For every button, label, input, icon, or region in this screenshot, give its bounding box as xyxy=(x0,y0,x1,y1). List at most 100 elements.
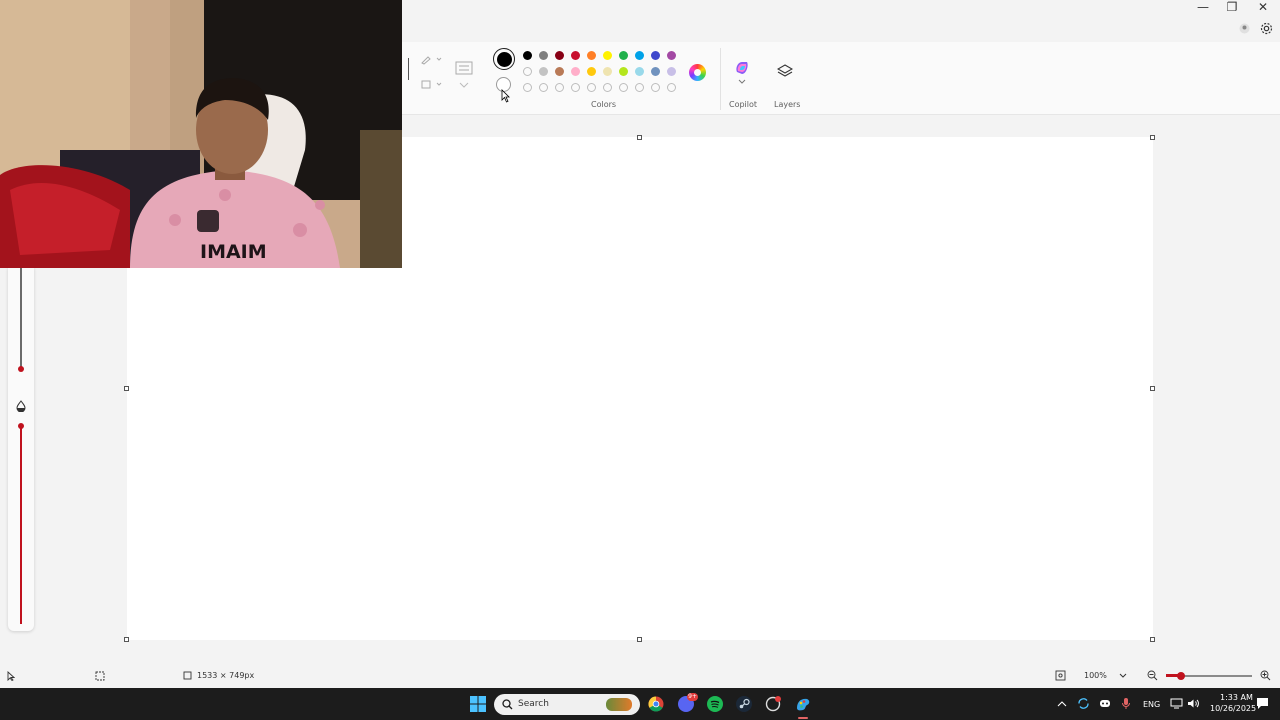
clock-date[interactable]: 10/26/2025 xyxy=(1210,704,1256,713)
color-swatch[interactable] xyxy=(555,51,564,60)
search-highlight-icon xyxy=(606,698,632,711)
color-swatch[interactable] xyxy=(539,51,548,60)
volume-icon[interactable] xyxy=(1187,698,1200,709)
color-swatch[interactable] xyxy=(635,83,644,92)
size-slider-thumb[interactable] xyxy=(18,366,24,372)
notification-icon[interactable] xyxy=(1256,697,1269,710)
color-swatch[interactable] xyxy=(571,67,580,76)
colors-group-label: Colors xyxy=(591,100,617,109)
webcam-overlay: IMAIM xyxy=(0,0,402,268)
resize-handle-top[interactable] xyxy=(637,135,642,140)
color-swatch[interactable] xyxy=(635,51,644,60)
zoom-dropdown[interactable]: 100% xyxy=(1078,667,1134,683)
zoom-out-icon[interactable] xyxy=(1147,670,1158,681)
copilot-label: Copilot xyxy=(729,100,758,109)
pointer-position-icon xyxy=(7,671,15,681)
fit-to-window-icon[interactable] xyxy=(1055,670,1066,681)
layers-label: Layers xyxy=(774,100,801,109)
paint-app-icon[interactable] xyxy=(795,696,811,712)
minimize-button[interactable]: — xyxy=(1188,0,1218,14)
color-swatch[interactable] xyxy=(571,83,580,92)
zoom-value: 100% xyxy=(1084,671,1107,680)
opacity-icon xyxy=(16,400,26,412)
edit-colors-icon[interactable] xyxy=(689,64,706,81)
active-app-indicator xyxy=(798,717,808,719)
color-swatch[interactable] xyxy=(651,51,660,60)
shape-tool-icon[interactable] xyxy=(420,78,444,90)
zoom-slider-thumb[interactable] xyxy=(1177,672,1185,680)
zoom-in-icon[interactable] xyxy=(1260,670,1271,681)
restore-button[interactable]: ❐ xyxy=(1217,0,1247,14)
color-swatch[interactable] xyxy=(619,67,628,76)
color-swatch[interactable] xyxy=(667,67,676,76)
taskbar-search-box[interactable]: Search xyxy=(494,694,640,715)
ribbon-separator xyxy=(720,48,721,110)
input-language[interactable]: ENG xyxy=(1143,700,1160,709)
ribbon-divider xyxy=(408,58,409,80)
color-swatch[interactable] xyxy=(667,51,676,60)
brush-tool-icon[interactable] xyxy=(420,53,444,65)
status-bar: 1533 × 749px 100% xyxy=(0,663,1280,688)
webcam-video-frame: IMAIM xyxy=(0,0,402,268)
selection-size-icon xyxy=(95,671,105,681)
search-icon xyxy=(502,699,513,710)
color-swatch[interactable] xyxy=(651,67,660,76)
copilot-icon[interactable] xyxy=(734,60,750,76)
resize-handle-bottom[interactable] xyxy=(637,637,642,642)
primary-color-swatch xyxy=(496,51,512,67)
windows-start-icon[interactable] xyxy=(470,696,486,712)
opacity-slider-track[interactable] xyxy=(20,428,22,624)
color-swatch[interactable] xyxy=(587,83,596,92)
account-icon[interactable] xyxy=(1239,23,1250,34)
close-button[interactable]: ✕ xyxy=(1248,0,1278,14)
mouse-cursor-icon xyxy=(501,89,510,103)
layers-icon[interactable] xyxy=(777,64,793,78)
color-swatch[interactable] xyxy=(523,51,532,60)
brush-settings-panel xyxy=(8,267,34,631)
color-swatch[interactable] xyxy=(587,67,596,76)
canvas-size-icon xyxy=(183,671,192,680)
sync-icon[interactable] xyxy=(1077,697,1090,710)
color-swatch[interactable] xyxy=(539,83,548,92)
color-swatch[interactable] xyxy=(619,83,628,92)
discord-tray-icon[interactable] xyxy=(1099,698,1111,709)
chevron-down-icon[interactable] xyxy=(459,82,469,88)
chevron-down-icon[interactable] xyxy=(738,79,746,84)
taskbar: Search 9+ ENG 1:33 AM 10/26/2025 xyxy=(0,688,1280,720)
color-swatch[interactable] xyxy=(651,83,660,92)
resize-handle-left[interactable] xyxy=(124,386,129,391)
primary-color-button[interactable] xyxy=(493,48,515,70)
network-icon[interactable] xyxy=(1170,698,1183,709)
color-swatch[interactable] xyxy=(667,83,676,92)
clock-time[interactable]: 1:33 AM xyxy=(1220,693,1253,702)
color-swatch[interactable] xyxy=(603,83,612,92)
canvas-size-text: 1533 × 749px xyxy=(197,671,255,680)
microphone-icon[interactable] xyxy=(1121,697,1131,710)
color-swatch[interactable] xyxy=(603,67,612,76)
color-swatch[interactable] xyxy=(523,67,532,76)
color-swatch[interactable] xyxy=(603,51,612,60)
size-slider-track[interactable] xyxy=(20,267,22,367)
color-swatch[interactable] xyxy=(587,51,596,60)
color-swatch[interactable] xyxy=(619,51,628,60)
chrome-icon[interactable] xyxy=(648,696,664,712)
resize-handle-bottom-left[interactable] xyxy=(124,637,129,642)
color-swatch[interactable] xyxy=(555,83,564,92)
color-swatch[interactable] xyxy=(555,67,564,76)
app-icon[interactable] xyxy=(765,696,781,712)
discord-badge: 9+ xyxy=(687,693,698,701)
color-swatch[interactable] xyxy=(571,51,580,60)
spotify-icon[interactable] xyxy=(707,696,723,712)
search-placeholder: Search xyxy=(518,699,549,709)
chevron-up-icon[interactable] xyxy=(1057,700,1067,707)
color-swatch[interactable] xyxy=(523,83,532,92)
settings-gear-icon[interactable] xyxy=(1260,22,1273,35)
resize-handle-bottom-right[interactable] xyxy=(1150,637,1155,642)
text-tool-icon[interactable] xyxy=(455,61,473,75)
resize-handle-top-right[interactable] xyxy=(1150,135,1155,140)
color-swatch[interactable] xyxy=(539,67,548,76)
color-swatch[interactable] xyxy=(635,67,644,76)
shirt-text: IMAIM xyxy=(200,241,267,263)
steam-icon[interactable] xyxy=(736,696,752,712)
resize-handle-right[interactable] xyxy=(1150,386,1155,391)
